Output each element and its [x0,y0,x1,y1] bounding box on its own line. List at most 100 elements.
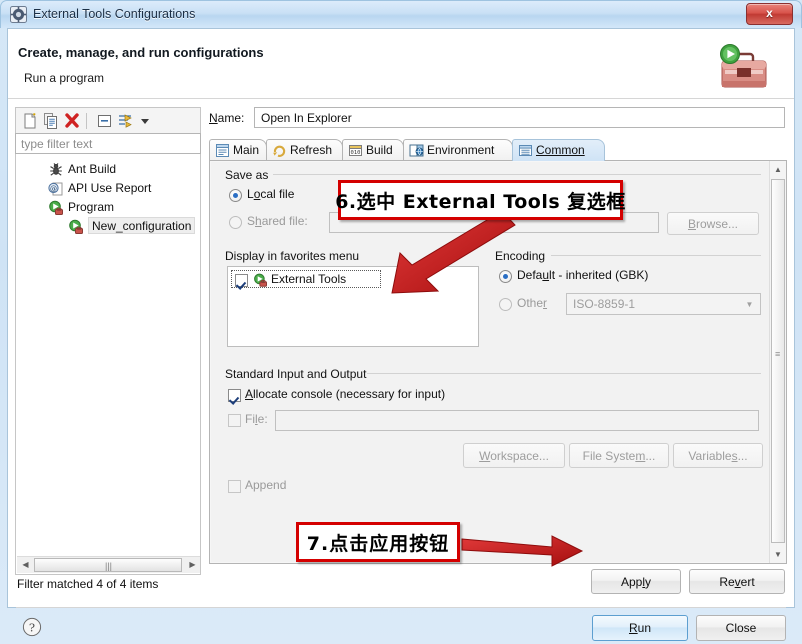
tree-item-label: New_configuration [88,217,196,234]
panel-vertical-scrollbar[interactable]: ▲ ▼ ≡ [769,161,786,563]
external-tools-checkbox[interactable] [235,274,248,287]
scrollbar-grip-icon: ≡ [775,349,781,359]
tab-label: Build [366,143,393,157]
environment-tab-icon [409,143,424,158]
favorites-item-label: External Tools [271,272,347,286]
file-input[interactable] [275,410,759,431]
encoding-group-label: Encoding [495,249,546,263]
encoding-other-label: Other [517,296,548,310]
external-tools-icon [10,6,27,23]
scroll-left-icon[interactable]: ◀ [18,557,33,573]
scroll-up-icon[interactable]: ▲ [770,161,786,178]
tree-horizontal-scrollbar[interactable]: ◀ ▶ ||| [17,556,200,573]
tree-item-label: API Use Report [68,181,152,195]
revert-button[interactable]: Revert [689,569,785,594]
svg-text:010: 010 [351,150,361,156]
annotation-step7: 7.点击应用按钮 [296,522,460,562]
ant-build-icon [48,162,64,178]
file-label: File: [245,412,268,426]
program-icon [68,219,84,235]
encoding-other-radio[interactable] [499,298,512,311]
name-row: Name: Open In Explorer [207,107,787,131]
tab-build[interactable]: 010 Build [342,139,404,161]
encoding-group-line [551,255,761,256]
std-io-group-line [367,373,761,374]
encoding-other-value: ISO-8859-1 [573,297,636,311]
tab-strip: Main Refresh 010 Build Environment Commo… [209,139,787,161]
shared-file-radio[interactable] [229,216,242,229]
program-icon [48,200,64,216]
encoding-default-radio[interactable] [499,270,512,283]
filter-input[interactable]: type filter text [15,133,201,154]
allocate-console-checkbox[interactable] [228,389,241,402]
tab-label: Refresh [290,143,333,157]
configurations-tree[interactable]: Ant Build @ API Use Report Program New_c… [15,154,201,575]
scrollbar-grip-icon: ||| [104,561,112,571]
encoding-other-combo[interactable]: ISO-8859-1 ▼ [566,293,761,315]
favorites-group-label: Display in favorites menu [225,249,360,263]
shared-file-label: Shared file: [247,214,308,228]
window-titlebar: External Tools Configurations x [0,0,802,28]
build-tab-icon: 010 [348,143,363,158]
chevron-down-icon[interactable]: ▼ [741,296,758,313]
allocate-console-label: Allocate console (necessary for input) [245,387,446,401]
browse-button[interactable]: Browse... [667,212,759,235]
favorites-listbox[interactable]: External Tools [227,266,479,347]
name-value: Open In Explorer [261,111,352,125]
file-checkbox[interactable] [228,414,241,427]
tab-common[interactable]: Common [512,139,605,161]
delete-configuration-icon[interactable] [63,112,81,130]
append-label: Append [245,478,287,492]
duplicate-configuration-icon[interactable] [42,112,60,130]
tree-item-label: Ant Build [68,162,117,176]
collapse-all-icon[interactable] [96,112,114,130]
tab-label: Environment [427,143,495,157]
close-button[interactable]: Close [696,615,786,641]
tab-label: Common [536,143,585,157]
scroll-right-icon[interactable]: ▶ [185,557,200,573]
variables-button[interactable]: Variables... [673,443,763,468]
filter-placeholder: type filter text [21,137,93,151]
tab-environment[interactable]: Environment [403,139,513,161]
file-system-button[interactable]: File System... [569,443,669,468]
toolbox-run-icon [708,37,772,95]
tree-item-label: Program [68,200,115,214]
std-io-group-label: Standard Input and Output [225,367,367,381]
filter-icon[interactable] [117,112,135,130]
configurations-toolbar [15,107,201,133]
scrollbar-thumb[interactable]: ||| [34,558,182,572]
favorites-item-external-tools[interactable]: External Tools [231,270,381,288]
tab-main[interactable]: Main [209,139,267,161]
common-tab-panel: Save as Local file Shared file: Browse..… [209,160,787,564]
name-input[interactable]: Open In Explorer [254,107,785,128]
local-file-label: Local file [247,187,295,201]
scroll-down-icon[interactable]: ▼ [770,546,786,563]
configuration-editor: Name: Open In Explorer Main Refresh 010 … [207,107,787,594]
external-tools-configurations-window: External Tools Configurations x Create, … [0,0,802,644]
save-as-group-line [273,174,761,175]
append-checkbox[interactable] [228,480,241,493]
close-window-button[interactable]: x [746,3,793,25]
annotation-step6-text: 6.选中 External Tools 复选框 [335,190,626,213]
dialog-body: Create, manage, and run configurations R… [7,28,795,641]
svg-text:?: ? [29,620,35,634]
chevron-down-icon[interactable] [139,112,151,130]
common-tab-content: Save as Local file Shared file: Browse..… [211,162,769,562]
workspace-button[interactable]: Workspace... [463,443,565,468]
apply-button[interactable]: Apply [591,569,681,594]
new-configuration-icon[interactable] [21,112,39,130]
toolbar-separator [86,113,87,129]
configurations-panel: type filter text Ant Build @ API Use Rep… [15,107,201,595]
svg-text:@: @ [50,185,57,193]
local-file-radio[interactable] [229,189,242,202]
external-tools-small-icon [253,273,268,288]
footer-divider [16,607,786,608]
help-icon[interactable]: ? [22,617,42,637]
encoding-default-label: Default - inherited (GBK) [517,268,649,282]
dialog-header: Create, manage, and run configurations R… [8,29,794,99]
annotation-step7-text: 7.点击应用按钮 [306,532,450,555]
page-subtitle: Run a program [24,71,105,85]
scrollbar-thumb[interactable]: ≡ [771,179,785,543]
run-button[interactable]: Run [592,615,688,641]
tab-refresh[interactable]: Refresh [266,139,343,161]
